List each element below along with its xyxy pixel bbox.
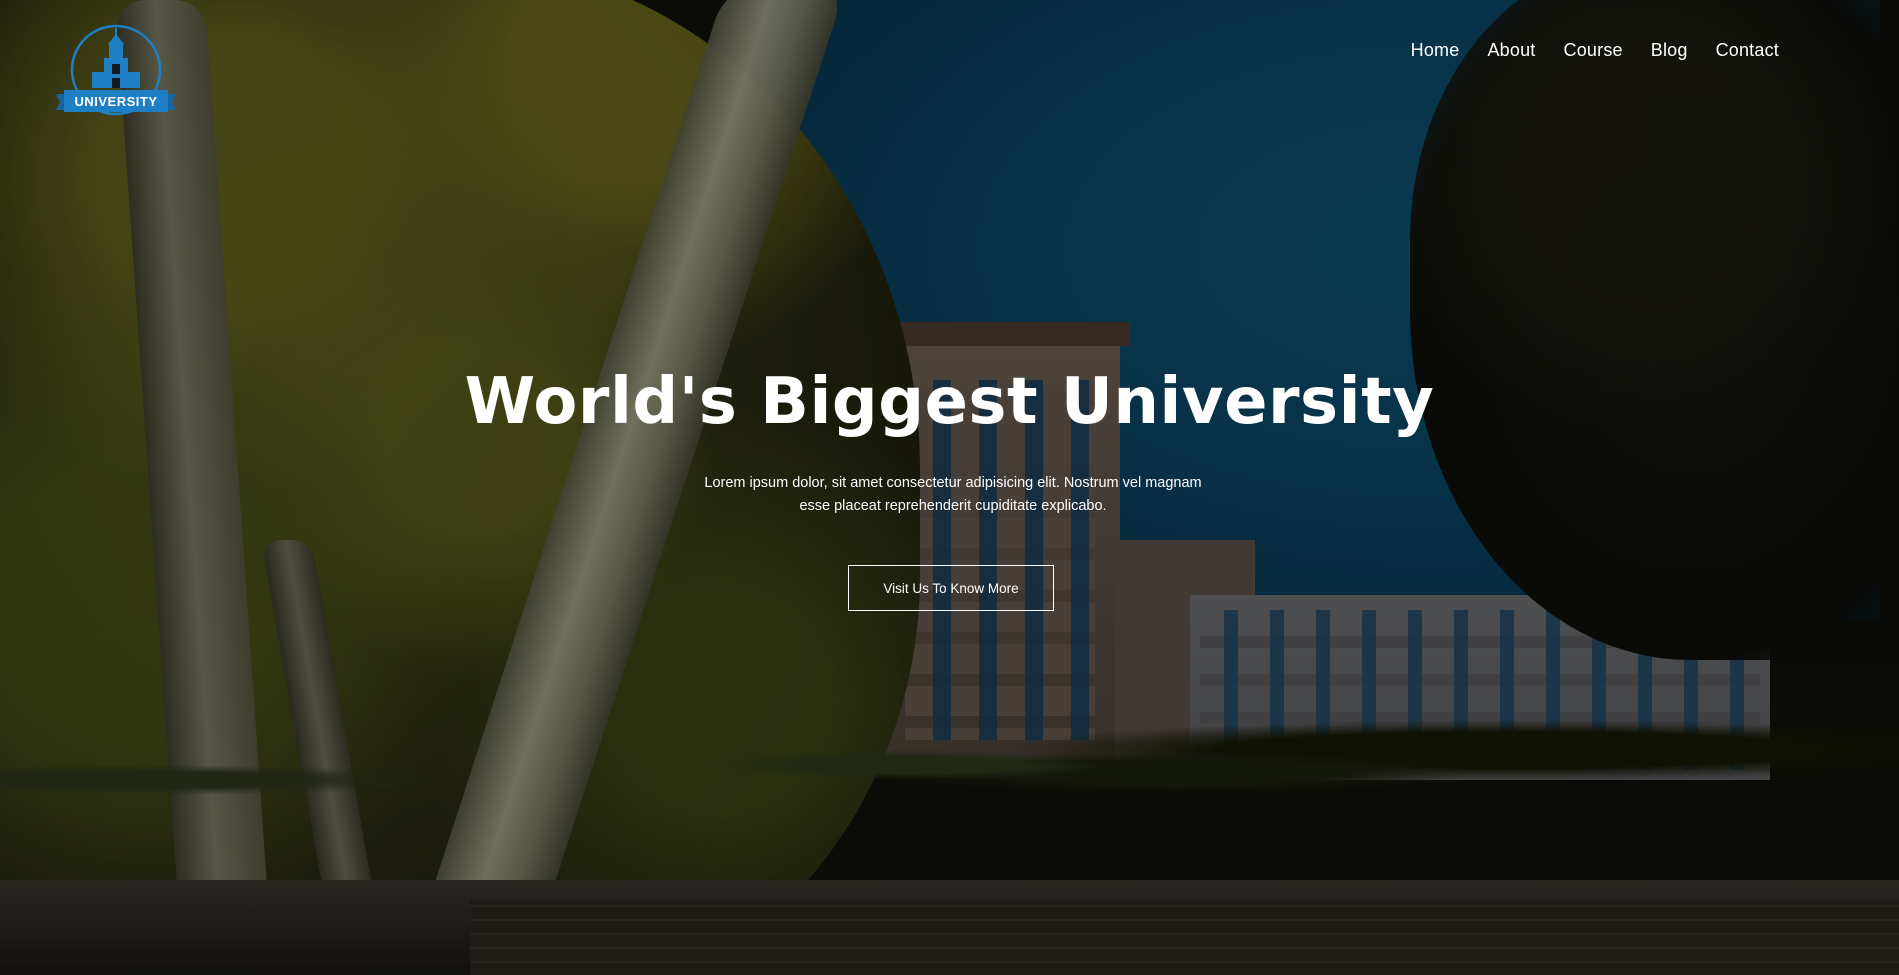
main-nav: Home About Course Blog Contact [1411, 40, 1779, 61]
nav-link-course[interactable]: Course [1564, 40, 1623, 61]
hero-title: World's Biggest University [464, 365, 1435, 439]
site-logo[interactable]: UNIVERSITY [52, 22, 180, 122]
nav-link-contact[interactable]: Contact [1716, 40, 1779, 61]
hero-subtitle-line-2: esse placeat reprehenderit cupiditate ex… [799, 498, 1107, 514]
visit-us-button[interactable]: Visit Us To Know More [848, 565, 1054, 611]
hero-subtitle: Lorem ipsum dolor, sit amet consectetur … [670, 472, 1236, 518]
hero-subtitle-line-1: Lorem ipsum dolor, sit amet consectetur … [704, 475, 1202, 491]
nav-link-blog[interactable]: Blog [1651, 40, 1688, 61]
nav-link-about[interactable]: About [1487, 40, 1535, 61]
logo-text: UNIVERSITY [74, 94, 158, 109]
nav-link-home[interactable]: Home [1411, 40, 1460, 61]
